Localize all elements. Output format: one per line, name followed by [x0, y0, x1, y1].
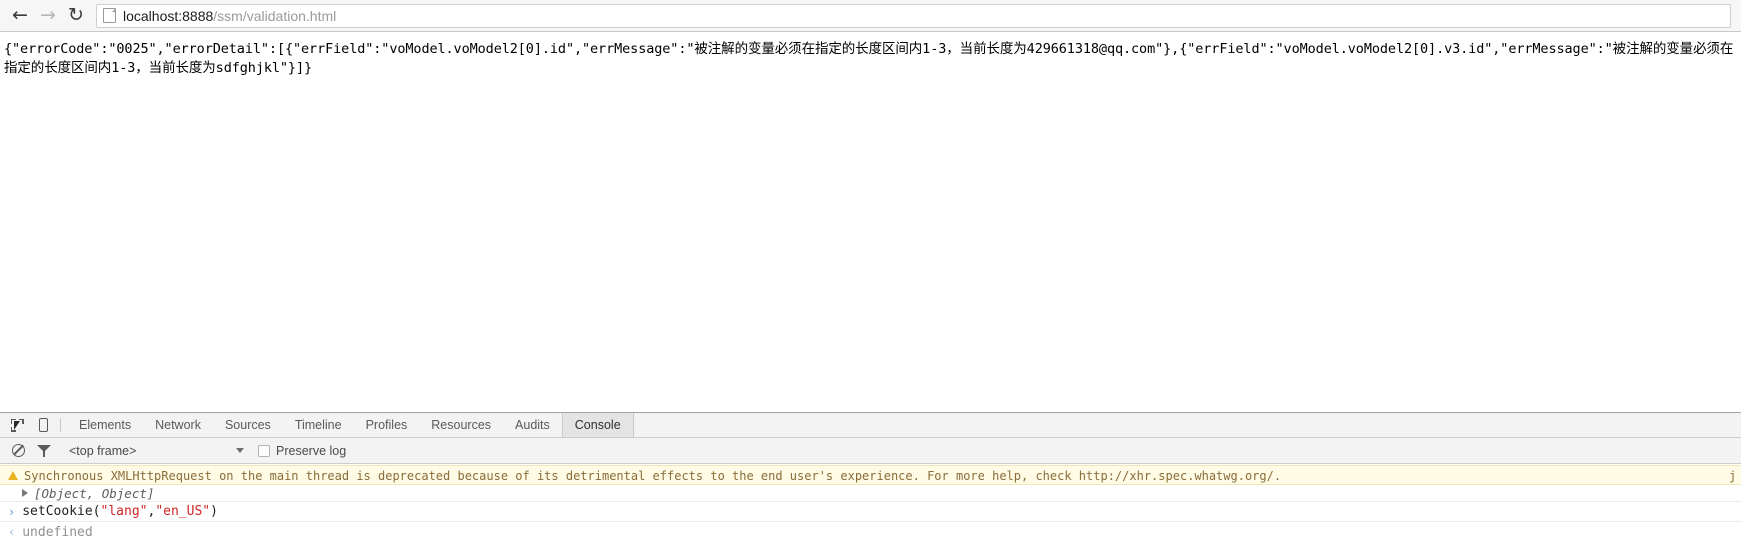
page-viewport: {"errorCode":"0025","errorDetail":[{"err… [0, 33, 1741, 412]
result-chevron-icon: ‹ [8, 525, 16, 539]
console-warning-text: Synchronous XMLHttpRequest on the main t… [24, 469, 1282, 483]
tab-elements[interactable]: Elements [67, 413, 143, 437]
tab-audits[interactable]: Audits [503, 413, 562, 437]
console-filter-bar: <top frame> Preserve log [0, 438, 1741, 464]
console-result-text: undefined [22, 524, 93, 540]
reload-icon: ↻ [68, 4, 84, 26]
console-warning-row[interactable]: Synchronous XMLHttpRequest on the main t… [0, 465, 1741, 485]
url-path: /ssm/validation.html [213, 7, 337, 24]
execution-context-selector[interactable]: <top frame> [69, 444, 244, 458]
tab-sources[interactable]: Sources [213, 413, 283, 437]
clear-console-button[interactable] [5, 444, 31, 457]
inspect-element-icon [10, 418, 24, 432]
device-toolbar-button[interactable] [30, 413, 56, 437]
preserve-log-label: Preserve log [276, 443, 347, 458]
filter-button[interactable] [31, 444, 57, 458]
tab-timeline[interactable]: Timeline [283, 413, 354, 437]
toolbar-divider [60, 418, 61, 432]
console-object-text: [Object, Object] [34, 485, 155, 501]
tab-resources[interactable]: Resources [419, 413, 503, 437]
console-message-list: Synchronous XMLHttpRequest on the main t… [0, 465, 1741, 559]
console-result-row: ‹ undefined [0, 522, 1741, 542]
browser-toolbar: ← → ↻ localhost:8888/ssm/validation.html [0, 0, 1741, 32]
code-arg-locale: "en_US" [155, 504, 211, 519]
back-button[interactable]: ← [6, 3, 34, 29]
url-host: localhost:8888 [123, 7, 214, 24]
console-input-row[interactable]: › setCookie("lang","en_US") [0, 502, 1741, 522]
device-toolbar-icon [38, 418, 48, 432]
chevron-down-icon [236, 448, 244, 453]
reload-button[interactable]: ↻ [62, 3, 90, 29]
url-text: localhost:8888/ssm/validation.html [123, 8, 336, 24]
devtools-panel: Elements Network Sources Timeline Profil… [0, 412, 1741, 559]
json-response-text: {"errorCode":"0025","errorDetail":[{"err… [4, 41, 1734, 76]
filter-funnel-icon [36, 444, 52, 458]
forward-arrow-icon: → [40, 4, 56, 26]
inspect-element-button[interactable] [4, 413, 30, 437]
tab-console[interactable]: Console [561, 413, 634, 437]
code-arg-lang: "lang" [100, 504, 148, 519]
address-bar[interactable]: localhost:8888/ssm/validation.html [96, 3, 1731, 28]
tab-network[interactable]: Network [143, 413, 213, 437]
disclosure-triangle-icon[interactable] [22, 489, 28, 497]
back-arrow-icon: ← [12, 4, 28, 26]
preserve-log-checkbox[interactable] [258, 444, 270, 457]
document-icon [103, 8, 116, 23]
tab-profiles[interactable]: Profiles [354, 413, 420, 437]
prompt-chevron-icon: › [8, 504, 16, 519]
execution-context-label: <top frame> [69, 443, 137, 458]
code-fn-name: setCookie( [22, 504, 101, 519]
warning-triangle-icon [8, 471, 18, 480]
clear-console-icon [11, 444, 25, 457]
console-object-row[interactable]: [Object, Object] [0, 485, 1741, 502]
preserve-log-toggle[interactable]: Preserve log [258, 444, 346, 458]
console-warning-source-link[interactable]: j [1729, 468, 1737, 484]
code-close-paren: ) [210, 504, 218, 519]
forward-button[interactable]: → [34, 3, 62, 29]
devtools-tabbar: Elements Network Sources Timeline Profil… [0, 413, 1741, 438]
console-input-code: setCookie("lang","en_US") [22, 504, 218, 519]
